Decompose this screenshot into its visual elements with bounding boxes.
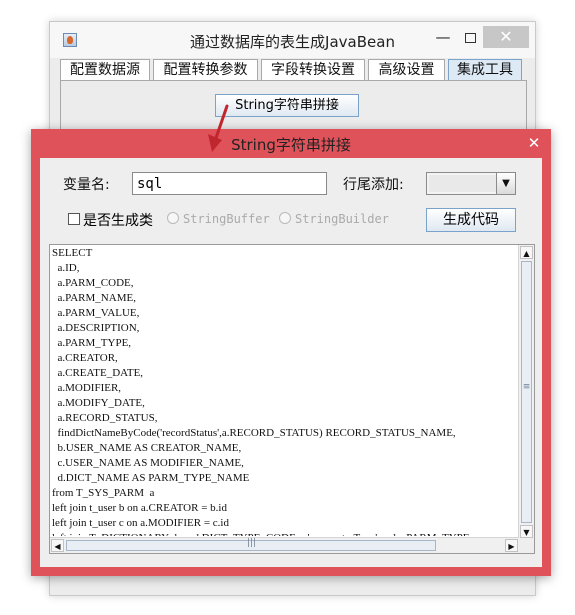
stringbuilder-radio[interactable]: StringBuilder xyxy=(279,212,389,230)
scroll-up-icon[interactable]: ▲ xyxy=(520,246,533,259)
scroll-corner xyxy=(519,538,534,553)
stringbuffer-label: StringBuffer xyxy=(183,212,270,226)
minimize-button[interactable]: — xyxy=(429,26,457,48)
maximize-button[interactable] xyxy=(457,26,483,48)
dialog-title: String字符串拼接 xyxy=(231,136,351,154)
scroll-down-icon[interactable]: ▼ xyxy=(520,525,533,538)
string-join-dialog: String字符串拼接 ✕ 变量名: 行尾添加: ▼ 是否生成类 StringB… xyxy=(31,129,551,576)
tab-integration-tools[interactable]: 集成工具 xyxy=(448,59,522,80)
annotation-arrow-icon xyxy=(208,104,229,152)
variable-name-input[interactable] xyxy=(132,172,327,195)
line-suffix-label: 行尾添加: xyxy=(343,177,404,193)
horizontal-scroll-thumb[interactable] xyxy=(66,538,436,551)
tab-datasource[interactable]: 配置数据源 xyxy=(60,59,150,80)
vertical-scrollbar[interactable]: ▲ ▼ xyxy=(518,245,534,539)
dialog-close-button[interactable]: ✕ xyxy=(519,131,549,155)
close-button[interactable]: ✕ xyxy=(483,26,529,48)
line-suffix-select[interactable]: ▼ xyxy=(426,172,516,195)
horizontal-scrollbar[interactable]: ◀ ▶ xyxy=(50,537,519,553)
scroll-left-icon[interactable]: ◀ xyxy=(51,539,64,552)
stringbuilder-label: StringBuilder xyxy=(295,212,389,226)
line-suffix-value xyxy=(429,175,496,192)
tab-advanced-settings[interactable]: 高级设置 xyxy=(368,59,445,80)
main-title-bar: 通过数据库的表生成JavaBean — ✕ xyxy=(50,22,535,58)
stringbuffer-radio[interactable]: StringBuffer xyxy=(167,212,270,230)
generate-code-button[interactable]: 生成代码 xyxy=(426,208,516,232)
dialog-title-bar: String字符串拼接 ✕ xyxy=(31,129,551,158)
generate-class-label: 是否生成类 xyxy=(83,213,153,229)
maximize-icon xyxy=(464,33,476,43)
checkbox-icon[interactable] xyxy=(68,213,80,225)
tab-field-conversion[interactable]: 字段转换设置 xyxy=(261,59,365,80)
dialog-body: 变量名: 行尾添加: ▼ 是否生成类 StringBuffer StringBu… xyxy=(40,158,542,567)
generated-code-text[interactable]: SELECT a.ID, a.PARM_CODE, a.PARM_NAME, a… xyxy=(52,246,517,536)
code-output-area[interactable]: SELECT a.ID, a.PARM_CODE, a.PARM_NAME, a… xyxy=(49,244,535,554)
radio-icon xyxy=(167,212,179,224)
scroll-right-icon[interactable]: ▶ xyxy=(505,539,518,552)
vertical-scroll-thumb[interactable] xyxy=(521,261,532,523)
variable-name-label: 变量名: xyxy=(63,177,110,193)
radio-icon xyxy=(279,212,291,224)
chevron-down-icon[interactable]: ▼ xyxy=(496,173,515,194)
tab-conversion-params[interactable]: 配置转换参数 xyxy=(153,59,258,80)
